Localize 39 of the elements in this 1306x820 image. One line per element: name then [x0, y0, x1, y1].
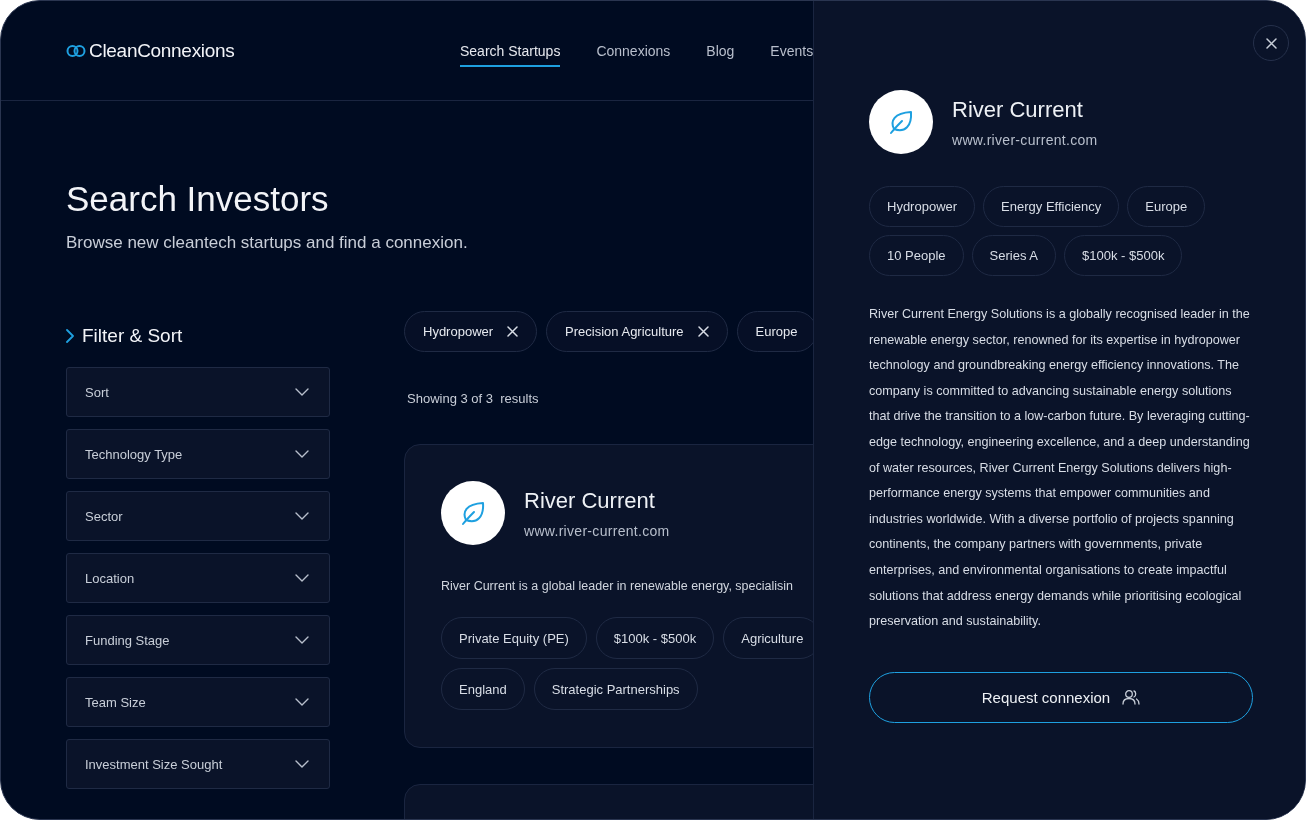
results-summary: Showing 3 of 3 results: [407, 391, 540, 406]
remove-icon: [697, 326, 709, 337]
chevron-down-icon: [295, 450, 309, 458]
company-website: www.river-current.com: [524, 522, 670, 539]
logo-icon: [66, 43, 86, 58]
filter-dropdown[interactable]: Team Size: [66, 677, 330, 727]
filter-chip[interactable]: Precision Agriculture: [546, 311, 728, 352]
company-name: River Current: [524, 487, 656, 514]
nav-link[interactable]: Events: [770, 34, 813, 67]
people-icon: [1122, 689, 1141, 706]
filter-dropdown[interactable]: Technology Type: [66, 429, 330, 479]
filter-title: Filter & Sort: [82, 325, 183, 347]
chevron-right-icon: [66, 329, 74, 343]
chevron-down-icon: [295, 698, 309, 706]
filter-dropdown[interactable]: Investment Size Sought: [66, 739, 330, 789]
filter-dropdown[interactable]: Funding Stage: [66, 615, 330, 665]
company-description: River Current Energy Solutions is a globally recognised leader in the renewable energy sector, renowned for its expertise in hydropower technology and groundbreaking energy efficiency innovations. The company is committed to advancing sustainable energy solutions that drive the transition to a low-carbon future. By leveraging cutting-edge technology, engineering excellence, and a deep understanding of water resources, River Current Energy Solutions delivers high-performance energy systems that empower communities and industries worldwide. With a diverse portfolio of projects spanning continents, the company partners with governments, private enterprises, and environmental organisations to create impactful solutions that address energy demands while prioritising ecological preservation and sustainability.: [869, 306, 1251, 631]
nav-link[interactable]: Connexions: [596, 34, 671, 67]
remove-icon: [507, 326, 519, 337]
brand-name: CleanConnexions: [89, 39, 235, 62]
chevron-down-icon: [295, 574, 309, 582]
filter-chip[interactable]: Hydropower: [404, 311, 538, 352]
filter-dropdown[interactable]: Sort: [66, 367, 330, 417]
chevron-down-icon: [295, 512, 309, 520]
chevron-down-icon: [295, 636, 309, 644]
filter-dropdown[interactable]: Location: [66, 553, 330, 603]
company-description: River Current is a global leader in renewable energy, specialisin: [441, 579, 795, 593]
filter-chip[interactable]: Europe: [736, 311, 813, 352]
page-title: Search Investors: [66, 179, 330, 219]
filter-dropdown[interactable]: Sector: [66, 491, 330, 541]
chevron-down-icon: [295, 388, 309, 396]
result-card[interactable]: River Current www.river-current.com River Current is a global leader in renewable energy, specialisin Private Equity (PE) $100k - $500k Agriculture England Strategic Partnerships: [404, 444, 813, 748]
close-icon: [1265, 37, 1277, 49]
company-name: River Current: [952, 96, 1084, 123]
nav-link[interactable]: Search Startups: [460, 34, 561, 67]
chevron-down-icon: [295, 760, 309, 768]
page-subtitle: Browse new cleantech startups and find a connexion.: [66, 233, 469, 253]
nav-link[interactable]: Blog: [706, 34, 735, 67]
company-website: www.river-current.com: [952, 131, 1098, 148]
